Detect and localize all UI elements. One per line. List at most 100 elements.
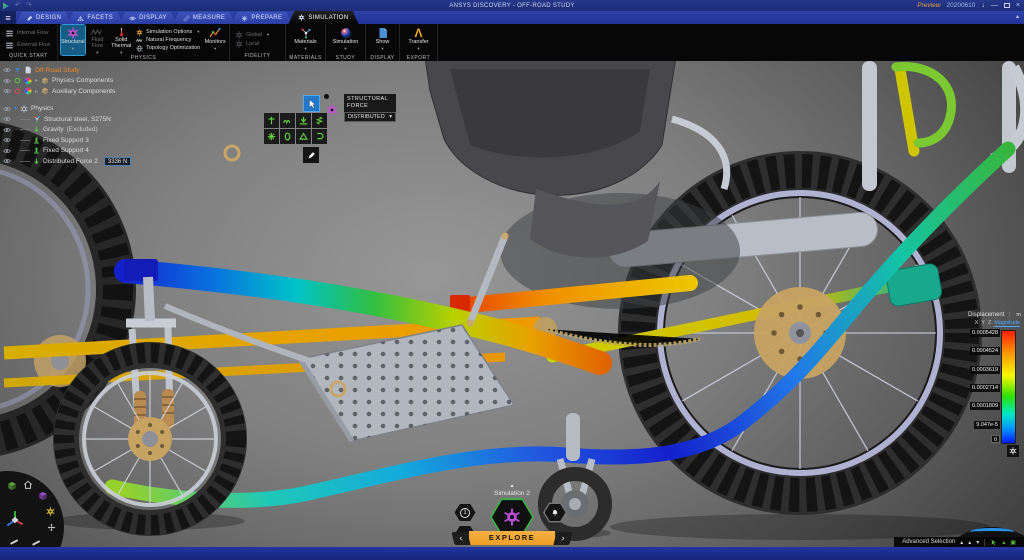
redo-icon[interactable]: ↷	[26, 2, 32, 9]
down-icon[interactable]: ▾	[976, 539, 979, 546]
select-tool-icon[interactable]	[990, 539, 997, 546]
annotation-marks	[10, 539, 50, 545]
tree-row-fixed-support-4[interactable]: Fixed Support 4	[3, 146, 238, 157]
tab-simulation[interactable]: Simulation	[288, 11, 358, 24]
timeline-expand-icon[interactable]: ▴	[437, 483, 587, 489]
red-ring-icon[interactable]	[14, 88, 21, 95]
internal-flow-button[interactable]: Internal Flow	[3, 28, 52, 39]
viewport-3d[interactable]: Off-Road Study ▸ Physics Components ▸ Au…	[0, 61, 1024, 547]
visibility-eye-icon[interactable]	[3, 126, 11, 134]
legend-tab-x[interactable]: X	[975, 320, 979, 327]
solid-view-button[interactable]	[7, 481, 17, 491]
download-icon[interactable]: ↓	[981, 2, 985, 9]
transfer-button[interactable]: ΛTransfer▾	[403, 25, 434, 55]
tab-display[interactable]: Display	[119, 12, 177, 24]
spring-button[interactable]	[312, 113, 327, 128]
tab-prepare[interactable]: Prepare	[231, 12, 292, 24]
force-mode-dropdown[interactable]: Distributed ▾	[344, 112, 396, 122]
legend-tab-magnitude[interactable]: Magnitude	[994, 320, 1020, 327]
visibility-eye-icon[interactable]	[3, 105, 11, 113]
tree-row-auxiliary-components[interactable]: ▸ Auxiliary Components	[3, 86, 238, 97]
color-wheel-icon[interactable]	[24, 87, 32, 95]
box-select-icon[interactable]: ▣	[1010, 539, 1016, 546]
color-wheel-icon[interactable]	[24, 77, 32, 85]
tab-design[interactable]: Design	[16, 12, 71, 24]
visibility-eye-icon[interactable]	[3, 87, 11, 95]
monitors-button[interactable]: Monitors▾	[204, 25, 226, 55]
support-pin-button[interactable]	[264, 113, 279, 128]
tree-label: Fixed Support 4	[43, 147, 89, 154]
window-bottom-edge	[0, 547, 1024, 560]
up-icon[interactable]: ▴	[960, 539, 963, 546]
materials-button[interactable]: Materials▾	[289, 25, 322, 55]
force-value-field[interactable]: 3336 N	[104, 157, 131, 166]
visibility-eye-icon[interactable]	[3, 66, 11, 74]
legend-tab-y[interactable]: Y	[981, 320, 985, 327]
solid-thermal-button[interactable]: Solid Thermal▾	[110, 25, 132, 55]
undo-icon[interactable]: ↶	[15, 2, 21, 9]
force-on-face-button[interactable]	[296, 113, 311, 128]
visibility-eye-icon[interactable]	[3, 136, 11, 144]
wheel-settings-button[interactable]	[46, 507, 55, 516]
tree-row-distributed-force[interactable]: Distributed Force 2 3336 N	[3, 156, 238, 167]
fidelity-local-button[interactable]: Local	[233, 40, 271, 48]
alert-hex[interactable]	[543, 502, 567, 523]
simulation-options-button[interactable]: Simulation Options▾	[134, 29, 202, 36]
collapse-ribbon-icon[interactable]: ▴	[1016, 13, 1019, 20]
bearing-button[interactable]	[264, 129, 279, 144]
restore-button[interactable]	[1004, 3, 1010, 8]
force-type-label: Structural Force	[344, 94, 396, 112]
show-button[interactable]: Show▾	[369, 25, 396, 55]
tree-row-fixed-support-3[interactable]: Fixed Support 3	[3, 135, 238, 146]
stage-count-hex[interactable]: 1	[453, 502, 477, 523]
legend-min-field[interactable]: 0	[991, 435, 1000, 443]
external-flow-button[interactable]: External Flow	[3, 40, 52, 51]
structural-button[interactable]: Structural▾	[61, 25, 85, 55]
legend-value: 9.047e-5	[974, 421, 1000, 429]
tab-measure[interactable]: Measure	[173, 12, 235, 24]
tab-facets[interactable]: Facets	[67, 12, 123, 24]
collapse-icon[interactable]: ▾	[14, 105, 17, 112]
expander-icon[interactable]: ▸	[35, 88, 38, 95]
simulation-study-button[interactable]: Simulation▾	[329, 25, 362, 55]
explore-next-button[interactable]: ›	[553, 532, 572, 545]
visibility-eye-icon[interactable]	[3, 115, 11, 123]
visibility-eye-icon[interactable]	[3, 147, 11, 155]
hook-button[interactable]	[312, 129, 327, 144]
tree-row-physics-components[interactable]: ▸ Physics Components	[3, 76, 238, 87]
section-view-button[interactable]	[38, 491, 48, 501]
edit-pencil-button[interactable]	[303, 147, 319, 163]
menu-button[interactable]: ≡	[0, 11, 16, 24]
tree-row-physics[interactable]: ▾ Physics	[3, 104, 238, 115]
legend-settings-button[interactable]	[1007, 445, 1019, 457]
tree-row-material[interactable]: Structural steel, S275N	[3, 114, 238, 125]
force-arrow-icon	[33, 158, 40, 165]
select-cursor-button[interactable]	[303, 95, 320, 112]
home-view-button[interactable]	[23, 480, 33, 490]
natural-frequency-button[interactable]: Natural Frequency	[134, 37, 202, 44]
up-icon[interactable]: ▴	[968, 539, 971, 546]
legend-menu-icon[interactable]: ⋮	[1006, 311, 1012, 318]
legend-tab-z[interactable]: Z	[988, 320, 991, 327]
cylindrical-button[interactable]	[280, 129, 295, 144]
explore-button[interactable]: Explore	[469, 531, 555, 545]
tree-row-study[interactable]: Off-Road Study	[3, 65, 238, 76]
pan-button[interactable]	[47, 523, 56, 532]
visibility-eye-icon[interactable]	[3, 157, 11, 165]
green-ring-icon[interactable]	[14, 77, 21, 84]
explore-prev-button[interactable]: ‹	[451, 532, 470, 545]
fidelity-global-button[interactable]: Global▾	[233, 31, 271, 39]
button-label: Show	[376, 40, 390, 46]
axis-triad[interactable]	[4, 509, 26, 531]
tree-row-gravity[interactable]: Gravity (Excluded)	[3, 125, 238, 136]
minimize-button[interactable]: —	[991, 2, 998, 9]
close-button[interactable]: ×	[1016, 2, 1020, 9]
topology-optimization-button[interactable]: Topology Optimization	[134, 45, 202, 52]
fluid-flow-button[interactable]: Fluid Flow▾	[87, 25, 109, 55]
expander-icon[interactable]: ▸	[35, 77, 38, 84]
mass-button[interactable]	[296, 129, 311, 144]
visibility-eye-icon[interactable]	[3, 77, 11, 85]
filter-icon[interactable]	[14, 67, 21, 74]
up-green-icon[interactable]: ▴	[1002, 539, 1005, 546]
support-elastic-button[interactable]	[280, 113, 295, 128]
